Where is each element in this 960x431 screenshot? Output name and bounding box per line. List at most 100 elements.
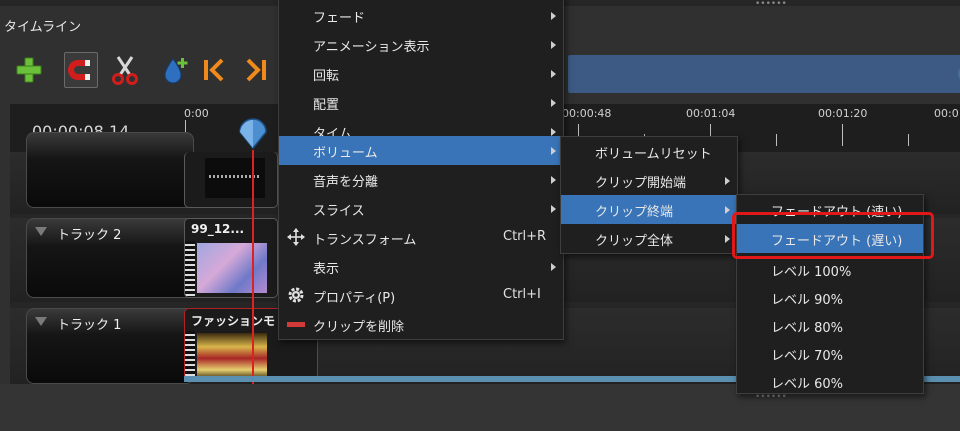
submenu-arrow-icon: [551, 12, 556, 20]
menu-item-animation[interactable]: アニメーション表示: [279, 30, 563, 59]
menu-item-label: スライス: [313, 204, 365, 219]
filmstrip-edge: [185, 241, 195, 297]
menu-item-shortcut: Ctrl+R: [503, 229, 547, 244]
menu-item-label: ボリューム: [313, 146, 378, 161]
menu-item-rotate[interactable]: 回転: [279, 59, 563, 88]
menu-item-level-100[interactable]: レベル 100%: [737, 255, 923, 284]
menu-item-label: レベル 90%: [771, 293, 844, 308]
submenu-arrow-icon: [551, 41, 556, 49]
submenu-arrow-icon: [725, 177, 730, 185]
submenu-arrow-icon: [725, 235, 730, 243]
menu-item-level-60[interactable]: レベル 60%: [737, 367, 923, 393]
menu-item-label: 回転: [313, 69, 340, 84]
menu-item-label: クリップ終端: [595, 205, 674, 220]
track-name: トラック 2: [57, 228, 122, 243]
menu-item-slice[interactable]: スライス: [279, 194, 563, 223]
menu-item-label: クリップを削除: [313, 320, 405, 335]
gear-icon: [288, 287, 304, 303]
track-header[interactable]: [26, 132, 194, 208]
submenu-arrow-icon: [551, 205, 556, 213]
menu-item-label: ボリュームリセット: [595, 147, 712, 162]
clip-context-menu: フェード アニメーション表示 回転 配置 タイム ボリューム 音声を分離 スライ…: [278, 0, 564, 340]
splitter-grip-icon[interactable]: ••••••: [755, 0, 787, 9]
submenu-arrow-icon: [551, 176, 556, 184]
playhead-line[interactable]: [252, 150, 254, 384]
tick-label: 00:01:04: [686, 107, 736, 120]
menu-item-transform[interactable]: トランスフォーム Ctrl+R: [279, 223, 563, 252]
timeline-clip[interactable]: [184, 152, 278, 208]
submenu-arrow-icon: [551, 128, 556, 136]
jump-next-icon: [246, 58, 266, 82]
add-marker-icon: [164, 58, 188, 84]
snap-toggle-button[interactable]: [64, 52, 98, 88]
menu-item-properties[interactable]: プロパティ(P) Ctrl+I: [279, 281, 563, 310]
volume-submenu: ボリュームリセット クリップ開始端 クリップ終端 クリップ全体: [560, 136, 738, 254]
snap-magnet-icon: [68, 60, 90, 80]
tick-label: 0:00: [184, 107, 209, 120]
clip-thumbnail: [197, 333, 267, 379]
submenu-arrow-icon: [725, 206, 730, 214]
submenu-arrow-icon: [551, 147, 556, 155]
menu-item-volume[interactable]: ボリューム: [279, 136, 563, 165]
menu-item-clip-entire[interactable]: クリップ全体: [561, 224, 737, 253]
menu-item-label: 表示: [313, 262, 340, 277]
menu-item-layout[interactable]: 配置: [279, 88, 563, 117]
track-header[interactable]: トラック 2: [26, 218, 194, 298]
tick-label: 00:00:48: [562, 107, 612, 120]
move-icon: [287, 228, 305, 246]
razor-scissors-icon: [112, 56, 138, 85]
tick-label: 00:01:36: [934, 107, 960, 120]
menu-item-level-70[interactable]: レベル 70%: [737, 339, 923, 368]
ruler-tick: [908, 134, 909, 146]
tick-label: 00:01:20: [818, 107, 868, 120]
menu-item-label: レベル 70%: [771, 349, 844, 364]
clip-title: ファッションモ: [191, 314, 276, 328]
menu-item-separate-audio[interactable]: 音声を分離: [279, 165, 563, 194]
menu-item-label: クリップ全体: [595, 234, 674, 249]
menu-item-clip-end[interactable]: クリップ終端: [561, 195, 737, 224]
remove-icon: [287, 322, 305, 327]
ruler-tick: [776, 134, 777, 146]
timeline-clip[interactable]: 99_12...: [184, 218, 278, 298]
menu-item-display[interactable]: 表示: [279, 252, 563, 281]
menu-item-label: レベル 60%: [771, 377, 844, 392]
menu-item-label: レベル 100%: [771, 265, 852, 280]
menu-item-label: レベル 80%: [771, 321, 844, 336]
add-track-icon: [16, 57, 42, 83]
annotation-highlight-box: [732, 212, 934, 259]
menu-item-volume-reset[interactable]: ボリュームリセット: [561, 137, 737, 166]
jump-previous-button[interactable]: [196, 52, 230, 88]
submenu-arrow-icon: [551, 70, 556, 78]
add-track-button[interactable]: [12, 52, 46, 88]
menu-item-label: クリップ開始端: [595, 176, 687, 191]
submenu-arrow-icon: [551, 263, 556, 271]
menu-item-label: 配置: [313, 98, 340, 113]
razor-button[interactable]: [108, 52, 142, 88]
jump-next-button[interactable]: [240, 52, 274, 88]
menu-item-label: トランスフォーム: [313, 233, 417, 248]
jump-previous-icon: [204, 58, 224, 82]
add-marker-button[interactable]: [158, 52, 192, 88]
menu-item-clip-start[interactable]: クリップ開始端: [561, 166, 737, 195]
menu-item-shortcut: Ctrl+I: [503, 287, 541, 302]
menu-item-level-90[interactable]: レベル 90%: [737, 283, 923, 312]
panel-title: タイムライン: [4, 20, 82, 35]
menu-item-remove-clip[interactable]: クリップを削除: [279, 310, 563, 339]
filmstrip-edge: [185, 331, 195, 379]
track-header[interactable]: トラック 1: [26, 308, 194, 384]
clip-title: 99_12...: [191, 222, 245, 236]
clip-thumbnail: [197, 243, 267, 293]
zoom-slider[interactable]: [568, 55, 960, 93]
submenu-arrow-icon: [551, 99, 556, 107]
menu-item-label: プロパティ(P): [313, 291, 396, 306]
menu-item-label: 音声を分離: [313, 175, 379, 190]
ruler-tick: [842, 124, 843, 146]
menu-item-level-80[interactable]: レベル 80%: [737, 311, 923, 340]
playhead-handle-icon[interactable]: [238, 116, 268, 150]
track-name: トラック 1: [57, 318, 122, 333]
collapse-triangle-icon[interactable]: [35, 227, 47, 236]
menu-item-label: フェード: [313, 11, 366, 26]
collapse-triangle-icon[interactable]: [35, 317, 47, 326]
menu-item-fade[interactable]: フェード: [279, 1, 563, 30]
menu-item-label: アニメーション表示: [313, 40, 430, 55]
